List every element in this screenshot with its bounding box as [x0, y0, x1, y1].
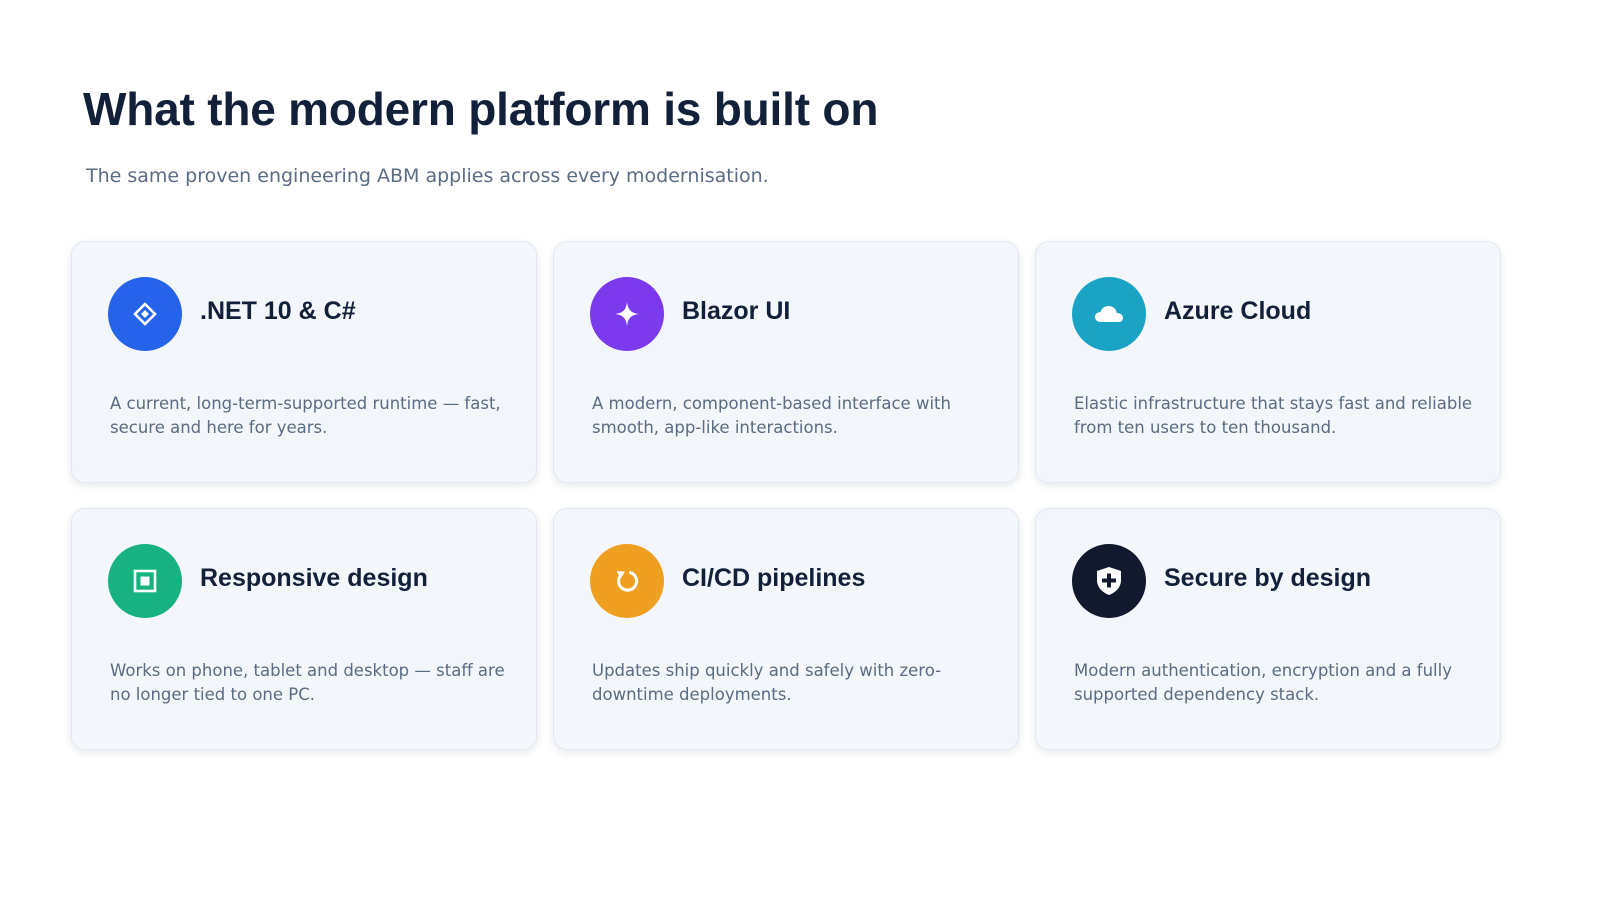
card-description: Elastic infrastructure that stays fast a…	[1074, 394, 1473, 437]
card-dotnet: .NET 10 & C# A current, long-term-suppor…	[71, 241, 537, 483]
card-title: Responsive design	[200, 564, 428, 592]
card-azure: Azure Cloud Elastic infrastructure that …	[1035, 241, 1501, 483]
refresh-icon	[590, 544, 664, 618]
shield-icon	[1072, 544, 1146, 618]
card-cicd: CI/CD pipelines Updates ship quickly and…	[553, 508, 1019, 750]
card-title: CI/CD pipelines	[682, 564, 866, 592]
card-blazor: Blazor UI A modern, component-based inte…	[553, 241, 1019, 483]
card-description: A modern, component-based interface with…	[592, 394, 951, 437]
card-description: A current, long-term-supported runtime —…	[110, 394, 501, 437]
diamond-icon	[108, 277, 182, 351]
card-title: Blazor UI	[682, 297, 791, 325]
sparkle-icon	[590, 277, 664, 351]
page-subtitle: The same proven engineering ABM applies …	[86, 165, 769, 187]
card-description: Works on phone, tablet and desktop — sta…	[110, 661, 505, 704]
card-title: Secure by design	[1164, 564, 1372, 592]
page-title: What the modern platform is built on	[83, 83, 879, 135]
card-title: .NET 10 & C#	[200, 297, 356, 325]
square-icon	[108, 544, 182, 618]
card-description: Updates ship quickly and safely with zer…	[592, 661, 942, 704]
card-security: Secure by design Modern authentication, …	[1035, 508, 1501, 750]
card-description: Modern authentication, encryption and a …	[1074, 661, 1452, 704]
card-responsive: Responsive design Works on phone, tablet…	[71, 508, 537, 750]
card-title: Azure Cloud	[1164, 297, 1312, 325]
cloud-icon	[1072, 277, 1146, 351]
